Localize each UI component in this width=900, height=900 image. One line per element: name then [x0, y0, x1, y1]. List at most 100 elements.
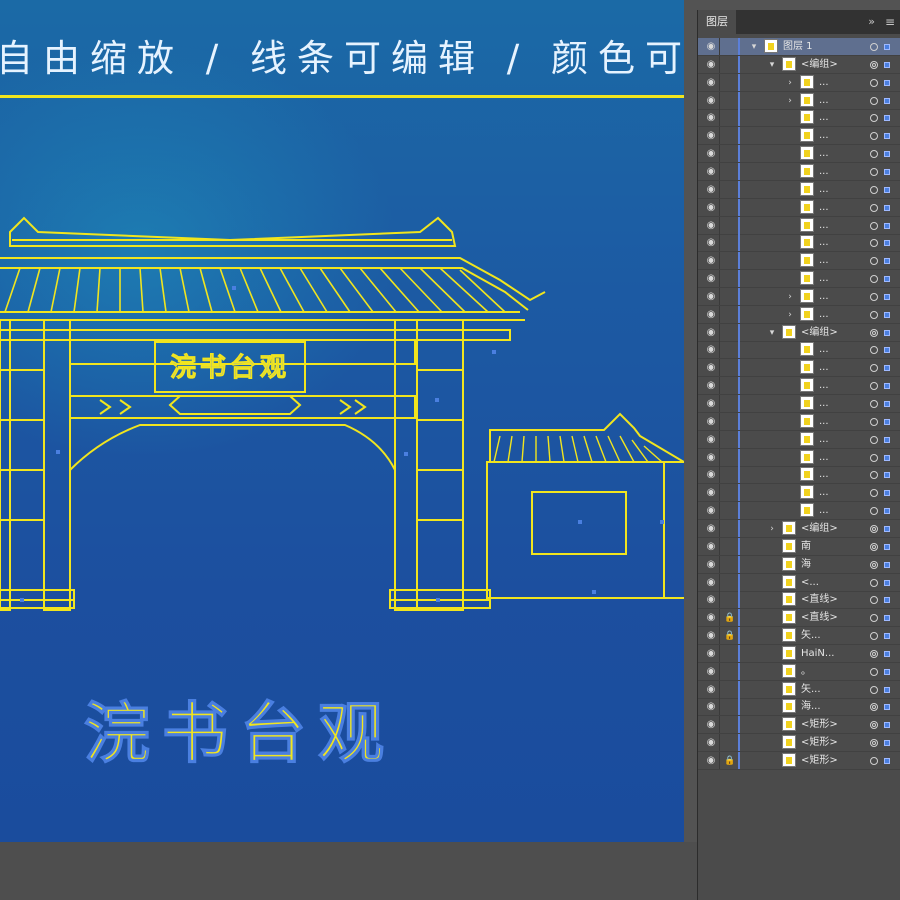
layer-label[interactable]: <直线> [801, 591, 838, 609]
target-icon[interactable] [870, 667, 878, 676]
target-icon[interactable] [870, 203, 878, 212]
eye-icon[interactable]: ◉ [705, 380, 717, 392]
selection-indicator[interactable] [884, 543, 890, 550]
eye-icon[interactable]: ◉ [705, 59, 717, 71]
layer-row[interactable]: ◉... [698, 145, 900, 164]
eye-icon[interactable]: ◉ [705, 666, 717, 678]
layer-label[interactable]: ... [819, 413, 829, 431]
selection-indicator[interactable] [884, 97, 890, 104]
layer-row[interactable]: ◉... [698, 180, 900, 199]
layer-label[interactable]: <直线> [801, 609, 838, 627]
layer-row[interactable]: ◉... [698, 430, 900, 449]
eye-icon[interactable]: ◉ [705, 327, 717, 339]
chevron-right-icon[interactable]: › [784, 308, 796, 322]
layer-row[interactable]: ◉... [698, 216, 900, 235]
target-icon[interactable] [870, 96, 878, 105]
selection-indicator[interactable] [884, 151, 890, 158]
selection-indicator[interactable] [884, 222, 890, 229]
eye-icon[interactable]: ◉ [705, 130, 717, 142]
selection-indicator[interactable] [884, 722, 890, 729]
target-icon[interactable] [870, 114, 878, 123]
selection-indicator[interactable] [884, 401, 890, 407]
layer-label[interactable]: ... [819, 484, 829, 502]
layer-row[interactable]: ◉ 海 [698, 555, 900, 574]
eye-icon[interactable]: ◉ [705, 577, 717, 589]
layer-row[interactable]: ◉... [698, 395, 900, 413]
eye-icon[interactable]: ◉ [705, 41, 717, 53]
layer-row[interactable]: ◉... [698, 234, 900, 253]
layer-row[interactable]: ◉ › <编组> [698, 519, 900, 538]
layer-label[interactable]: 海 [801, 556, 811, 574]
eye-icon[interactable]: ◉ [705, 469, 717, 481]
memorial-archway-illustration[interactable]: 浣书台观 浣书台观 [0, 0, 684, 842]
chevron-right-icon[interactable]: › [784, 76, 796, 90]
layer-row[interactable]: ◉ ▾ <编组> [698, 323, 900, 342]
eye-icon[interactable]: ◉ [705, 291, 717, 303]
target-icon[interactable] [870, 185, 878, 194]
target-icon[interactable] [870, 757, 878, 765]
layer-label[interactable]: ... [819, 431, 829, 449]
eye-icon[interactable]: ◉ [705, 148, 717, 160]
eye-icon[interactable]: ◉ [705, 452, 717, 464]
chevron-down-icon[interactable]: ▾ [766, 58, 778, 72]
eye-icon[interactable]: ◉ [705, 434, 717, 446]
layer-label[interactable]: <编组> [801, 324, 838, 342]
target-icon[interactable] [870, 542, 878, 551]
selection-indicator[interactable] [884, 329, 890, 336]
target-icon[interactable] [870, 524, 878, 533]
layer-label[interactable]: ... [819, 163, 829, 181]
target-icon[interactable] [870, 43, 878, 51]
layer-row[interactable]: ◉... [698, 270, 900, 289]
target-icon[interactable] [870, 632, 878, 641]
target-icon[interactable] [870, 167, 878, 176]
chevron-right-icon[interactable]: › [784, 94, 796, 108]
target-icon[interactable] [870, 739, 878, 748]
target-icon[interactable] [870, 257, 878, 266]
layer-label[interactable]: <编组> [801, 56, 838, 74]
eye-icon[interactable]: ◉ [705, 112, 717, 124]
target-icon[interactable] [870, 382, 878, 391]
selection-indicator[interactable] [884, 615, 890, 622]
selection-indicator[interactable] [884, 311, 890, 318]
selection-indicator[interactable] [884, 418, 890, 425]
selection-indicator[interactable] [884, 347, 890, 354]
chevron-right-icon[interactable]: › [784, 290, 796, 304]
layer-row[interactable]: ◉ 🔒 矢... [698, 627, 900, 646]
selection-indicator[interactable] [884, 258, 890, 265]
eye-icon[interactable]: ◉ [705, 255, 717, 267]
layer-label[interactable]: ... [819, 217, 829, 235]
layer-label[interactable]: ... [819, 145, 829, 163]
layer-label[interactable]: ... [819, 306, 829, 324]
target-icon[interactable] [870, 346, 878, 355]
layer-label[interactable]: ... [819, 109, 829, 127]
selection-indicator[interactable] [884, 740, 890, 747]
selection-indicator[interactable] [884, 276, 890, 283]
layer-row[interactable]: ◉ <直线> [698, 591, 900, 610]
layer-row[interactable]: ◉。 [698, 662, 900, 681]
selection-indicator[interactable] [884, 758, 890, 764]
target-icon[interactable] [870, 239, 878, 248]
layer-label[interactable]: ... [819, 395, 829, 413]
eye-icon[interactable]: ◉ [705, 648, 717, 660]
target-icon[interactable] [870, 489, 878, 498]
layer-label[interactable]: <矩形> [801, 734, 838, 752]
layer-row[interactable]: ◉ <... [698, 573, 900, 592]
target-icon[interactable] [870, 417, 878, 426]
layer-label[interactable]: 海... [801, 698, 821, 716]
layer-row[interactable]: ◉ 海... [698, 698, 900, 717]
layer-label[interactable]: <... [801, 574, 819, 592]
layer-label[interactable]: ... [819, 377, 829, 395]
target-icon[interactable] [870, 364, 878, 373]
layer-label[interactable]: 南 [801, 538, 811, 556]
layer-label[interactable]: 矢... [801, 681, 821, 699]
layer-label[interactable]: ... [819, 502, 829, 520]
eye-icon[interactable]: ◉ [705, 505, 717, 517]
calligraphy-title[interactable]: 浣书台观 [83, 693, 396, 772]
layer-row[interactable]: ◉ <矩形> [698, 716, 900, 735]
layer-row[interactable]: ◉ HaiN... [698, 644, 900, 663]
target-icon[interactable] [870, 221, 878, 230]
layer-row[interactable]: ◉... [698, 502, 900, 521]
target-icon[interactable] [870, 150, 878, 159]
eye-icon[interactable]: ◉ [705, 273, 717, 285]
eye-icon[interactable]: ◉ [705, 612, 717, 624]
